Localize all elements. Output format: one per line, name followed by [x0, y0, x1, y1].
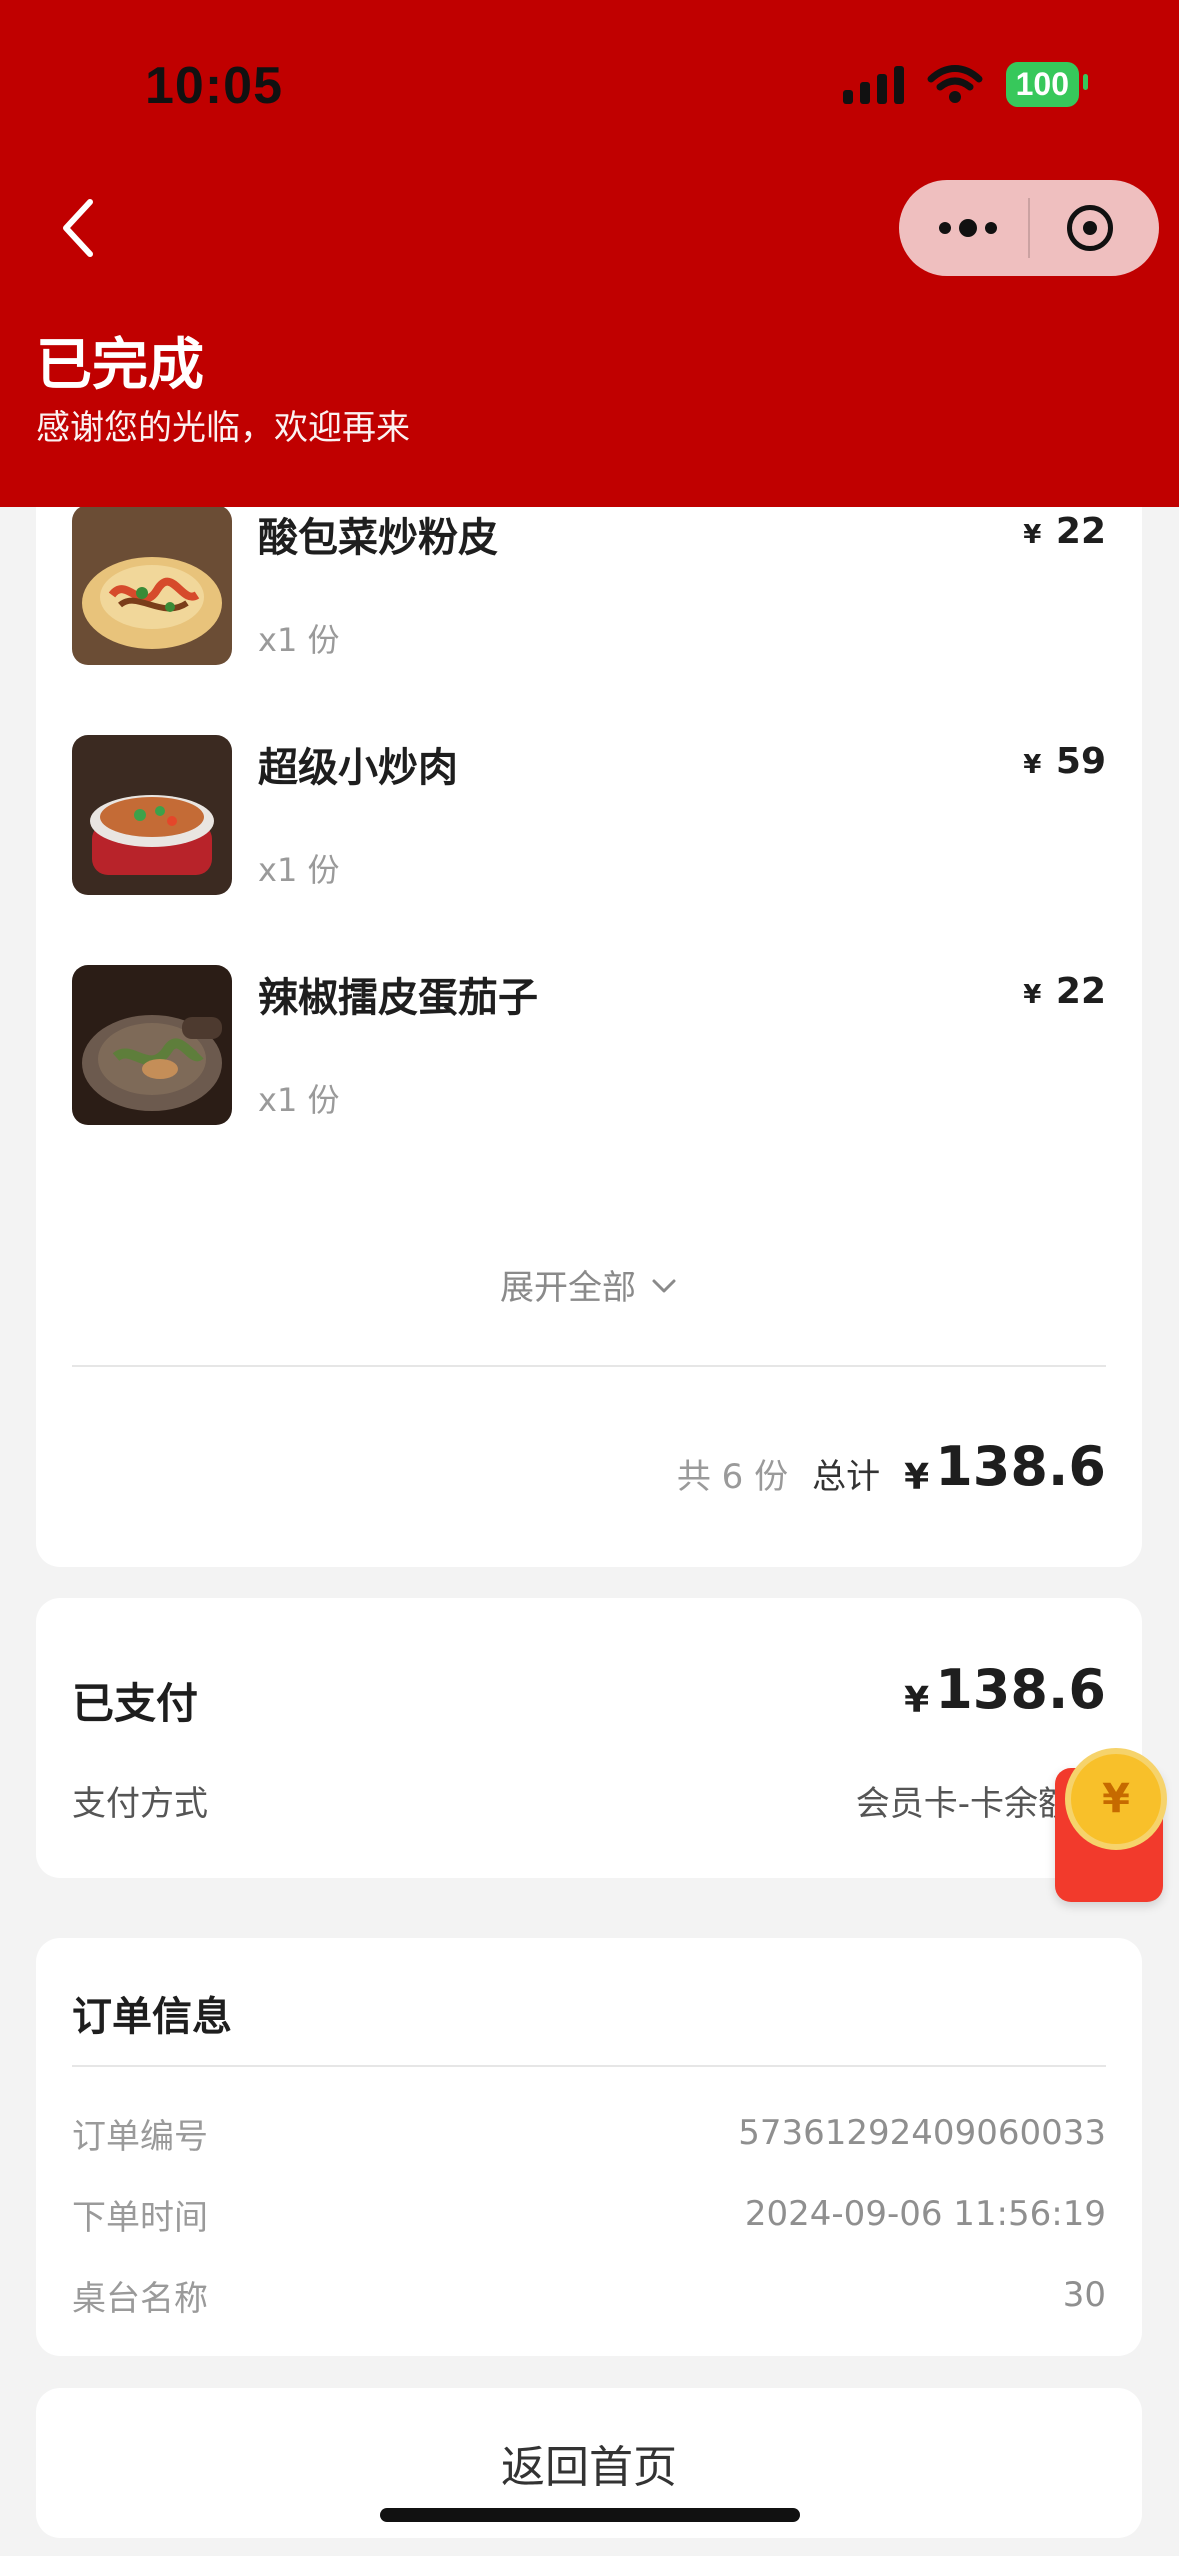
dish-price: ¥ 22 — [1023, 971, 1106, 1012]
paid-value: 138.6 — [935, 1658, 1106, 1721]
order-status-header: 10:05 100 已完成 感谢您的光临，欢迎再来 — [0, 0, 1179, 507]
dish-quantity: x1 份 — [258, 1081, 340, 1119]
signal-icon — [842, 65, 904, 104]
order-number-value: 57361292409060033 — [738, 2113, 1106, 2153]
dish-price: ¥ 22 — [1023, 511, 1106, 552]
dish-image — [72, 735, 232, 895]
table-name-label: 桌台名称 — [72, 2278, 208, 2319]
dish-name: 辣椒擂皮蛋茄子 — [258, 975, 538, 1021]
back-button[interactable] — [48, 190, 108, 265]
currency-symbol: ¥ — [904, 1680, 930, 1721]
target-icon — [1067, 205, 1113, 251]
price-value: 22 — [1055, 511, 1106, 552]
price-value: 59 — [1055, 741, 1106, 782]
order-time-label: 下单时间 — [72, 2197, 208, 2238]
order-items-card: 酸包菜炒粉皮 x1 份 ¥ 22 超级小炒肉 x1 份 ¥ 59 辣椒擂皮蛋茄子… — [36, 460, 1142, 1567]
order-time-value: 2024-09-06 11:56:19 — [744, 2194, 1106, 2234]
more-dots-icon — [939, 219, 997, 237]
yen-coin-icon: ¥ — [1065, 1748, 1167, 1850]
total-label: 总计 — [812, 1457, 881, 1497]
table-name-value: 30 — [1062, 2275, 1106, 2315]
items-divider — [72, 1365, 1106, 1367]
expand-all-button[interactable]: 展开全部 — [36, 1260, 1142, 1309]
order-divider — [72, 2065, 1106, 2067]
status-time: 10:05 — [145, 57, 283, 115]
paid-title: 已支付 — [72, 1679, 199, 1728]
total-amount: ¥ 138.6 — [904, 1435, 1106, 1498]
dish-quantity: x1 份 — [258, 621, 340, 659]
payment-method-label: 支付方式 — [72, 1784, 208, 1824]
wifi-icon — [926, 64, 984, 105]
more-button[interactable] — [923, 180, 1013, 276]
currency-symbol: ¥ — [904, 1457, 930, 1498]
order-info-card: 订单信息 订单编号 57361292409060033 下单时间 2024-09… — [36, 1938, 1142, 2356]
page-subtitle: 感谢您的光临，欢迎再来 — [36, 408, 410, 448]
status-icons: 100 — [842, 62, 1089, 107]
paid-amount: ¥ 138.6 — [904, 1658, 1106, 1721]
currency-symbol: ¥ — [1023, 980, 1042, 1010]
capsule-separator — [1028, 198, 1030, 258]
order-time-row: 下单时间 2024-09-06 11:56:19 — [72, 2189, 1106, 2239]
chevron-left-icon — [63, 198, 93, 257]
list-item[interactable]: 超级小炒肉 x1 份 ¥ 59 — [72, 735, 1106, 895]
dish-quantity: x1 份 — [258, 851, 340, 889]
order-total: 共 6 份 总计 ¥ 138.6 — [677, 1435, 1106, 1498]
red-packet-button[interactable]: ¥ — [1055, 1748, 1167, 1902]
dish-name: 酸包菜炒粉皮 — [258, 515, 498, 561]
chevron-down-icon — [652, 1279, 676, 1292]
page-title: 已完成 — [36, 333, 204, 398]
table-name-row: 桌台名称 30 — [72, 2270, 1106, 2320]
close-miniprogram-button[interactable] — [1045, 180, 1135, 276]
list-item[interactable]: 辣椒擂皮蛋茄子 x1 份 ¥ 22 — [72, 965, 1106, 1125]
list-item[interactable]: 酸包菜炒粉皮 x1 份 ¥ 22 — [72, 505, 1106, 665]
battery-indicator: 100 — [1005, 62, 1089, 107]
expand-label: 展开全部 — [500, 1268, 636, 1308]
dish-name: 超级小炒肉 — [258, 745, 458, 791]
dish-image — [72, 505, 232, 665]
home-indicator — [380, 2508, 800, 2522]
total-value: 138.6 — [935, 1435, 1106, 1498]
price-value: 22 — [1055, 971, 1106, 1012]
dish-price: ¥ 59 — [1023, 741, 1106, 782]
order-number-row: 订单编号 57361292409060033 — [72, 2108, 1106, 2158]
item-count: 共 6 份 — [676, 1457, 789, 1497]
order-info-title: 订单信息 — [72, 1994, 232, 2040]
currency-symbol: ¥ — [1023, 520, 1042, 550]
miniprogram-capsule — [899, 180, 1159, 276]
currency-symbol: ¥ — [1023, 750, 1042, 780]
payment-card: 已支付 ¥ 138.6 支付方式 会员卡-卡余额消 — [36, 1598, 1142, 1878]
order-number-label: 订单编号 — [72, 2116, 208, 2157]
dish-image — [72, 965, 232, 1125]
